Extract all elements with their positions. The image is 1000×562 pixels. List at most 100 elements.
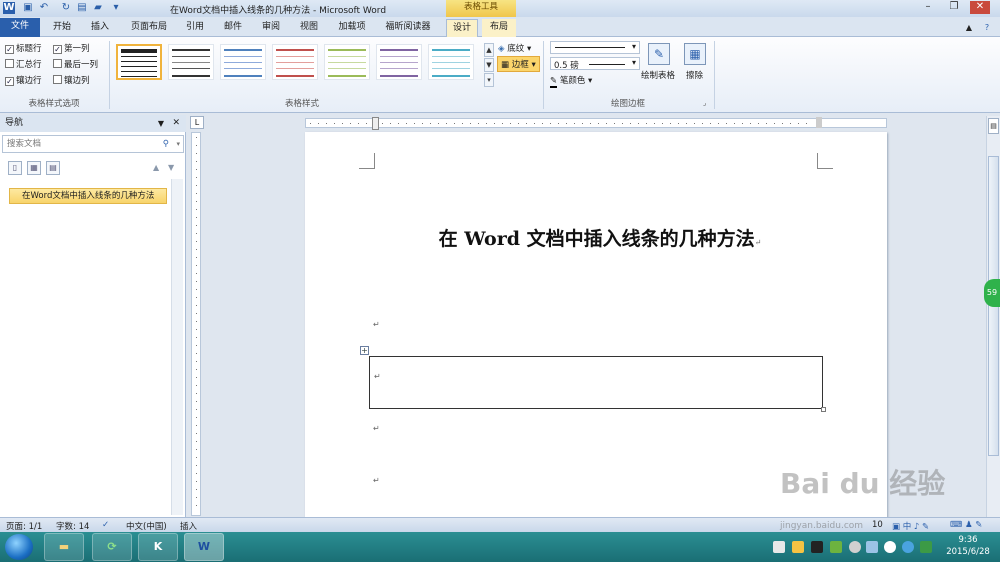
vertical-ruler[interactable] — [191, 132, 201, 516]
document-table[interactable]: ↵ — [369, 356, 826, 412]
checkbox-header-row[interactable]: ✓ 标题行 — [5, 42, 42, 54]
tab-insert[interactable]: 插入 — [84, 19, 116, 37]
tab-selector-icon[interactable]: L — [190, 116, 204, 129]
tab-view[interactable]: 视图 — [294, 19, 324, 37]
browse-results-icon[interactable]: ▤ — [46, 161, 60, 175]
gallery-scroll-up-icon[interactable]: ▲ — [484, 43, 494, 57]
dialog-launcher-icon[interactable]: ⌟ — [703, 99, 706, 107]
ruler-toggle-icon[interactable]: ▤ — [988, 118, 999, 134]
tray-app-icon[interactable] — [902, 541, 914, 553]
nav-options-icon[interactable]: ▼ — [158, 115, 164, 132]
tab-foxit-reader[interactable]: 福昕阅读器 — [380, 19, 436, 37]
table-style-red[interactable] — [272, 44, 318, 80]
table-style-green[interactable] — [324, 44, 370, 80]
search-icon[interactable]: ⚲ — [163, 136, 169, 152]
next-result-icon[interactable]: ▼ — [168, 163, 174, 172]
tab-file[interactable]: 文件 — [0, 18, 40, 37]
network-icon[interactable] — [866, 541, 878, 553]
chevron-down-icon: ▾ — [631, 58, 636, 67]
tab-references[interactable]: 引用 — [180, 19, 210, 37]
system-clock[interactable]: 9:36 2015/6/28 — [940, 534, 996, 558]
indent-marker-icon[interactable] — [372, 117, 379, 130]
undo-icon[interactable]: ↶ — [38, 2, 50, 14]
close-nav-icon[interactable]: ✕ — [172, 115, 180, 132]
browse-headings-icon[interactable]: ▯ — [8, 161, 22, 175]
draw-table-button[interactable]: 绘制表格 — [641, 69, 675, 81]
nav-heading-item[interactable]: 在Word文档中插入线条的几种方法 — [9, 188, 167, 204]
explorer-taskbar-icon[interactable]: ▬ — [44, 533, 84, 561]
document-page[interactable]: 在 Word 文档中插入线条的几种方法↵ ↵ + ↵ ↵ ↵ — [305, 132, 887, 518]
browse-pages-icon[interactable]: ▦ — [27, 161, 41, 175]
tray-app-icon[interactable] — [811, 541, 823, 553]
pen-color-button[interactable]: ✎ 笔颜色 ▾ — [550, 74, 592, 88]
document-title[interactable]: 在 Word 文档中插入线条的几种方法↵ — [405, 224, 795, 251]
page-count[interactable]: 页面: 1/1 — [6, 520, 42, 532]
floating-side-badge[interactable]: 59 — [984, 279, 1000, 307]
redo-icon[interactable]: ↻ — [60, 2, 72, 14]
checkbox-total-row[interactable]: 汇总行 — [5, 58, 42, 70]
table-style-purple[interactable] — [376, 44, 422, 80]
nav-scrollbar[interactable] — [171, 179, 183, 515]
tab-home[interactable]: 开始 — [46, 19, 78, 37]
table-style-plain-dark[interactable] — [168, 44, 214, 80]
pen-style-select[interactable]: ▾ — [550, 41, 640, 54]
gallery-scroll-down-icon[interactable]: ▼ — [484, 58, 494, 72]
tab-review[interactable]: 审阅 — [256, 19, 286, 37]
open-folder-icon[interactable]: ▰ — [92, 2, 104, 14]
customize-toolbar-icon[interactable]: ▾ — [110, 2, 122, 14]
proofing-icon[interactable]: ✓ — [102, 520, 109, 530]
table-style-blue[interactable] — [220, 44, 266, 80]
tab-page-layout[interactable]: 页面布局 — [124, 19, 174, 37]
tray-close-icon[interactable] — [884, 541, 896, 553]
insert-mode[interactable]: 插入 — [180, 520, 197, 532]
tab-addins[interactable]: 加载项 — [332, 19, 372, 37]
borders-button[interactable]: ▦ 边框 ▾ — [497, 56, 540, 72]
start-button[interactable] — [5, 534, 33, 560]
checkbox-last-column[interactable]: 最后一列 — [53, 58, 98, 70]
zoom-level[interactable]: 10 — [872, 520, 883, 530]
save-icon[interactable]: ▣ — [22, 2, 34, 14]
eraser-icon[interactable]: ▦ — [684, 43, 706, 65]
tray-app-icon[interactable] — [773, 541, 785, 553]
tray-app-icon[interactable] — [849, 541, 861, 553]
tab-layout[interactable]: 布局 — [482, 19, 516, 37]
eraser-button[interactable]: 擦除 — [686, 69, 703, 81]
gallery-more-icon[interactable]: ▾ — [484, 73, 494, 87]
pen-weight-select[interactable]: 0.5 磅 ▾ — [550, 57, 640, 71]
draw-table-icon[interactable]: ✎ — [648, 43, 670, 65]
shading-button[interactable]: ◈ 底纹 ▾ — [498, 42, 531, 54]
tab-design[interactable]: 设计 — [446, 19, 478, 37]
checkbox-banded-rows[interactable]: ✓ 镶边行 — [5, 74, 42, 86]
table-style-grid[interactable] — [116, 44, 162, 80]
help-icon[interactable]: ? — [980, 19, 994, 37]
checkbox-banded-columns[interactable]: 镶边列 — [53, 74, 90, 86]
previous-result-icon[interactable]: ▲ — [153, 163, 159, 172]
tray-shield-icon[interactable] — [830, 541, 842, 553]
close-button[interactable]: ✕ — [970, 1, 990, 14]
tray-app-icon[interactable] — [920, 541, 932, 553]
ime-toolbar-icon[interactable]: ⌨ ♟ ✎ — [950, 520, 982, 530]
table-move-handle-icon[interactable]: + — [360, 346, 369, 355]
search-input[interactable]: 搜索文档 ⚲ ▾ — [2, 135, 184, 153]
update-taskbar-icon[interactable]: ⟳ — [92, 533, 132, 561]
right-indent-marker-icon[interactable] — [816, 117, 822, 128]
horizontal-ruler[interactable] — [305, 117, 887, 130]
language-indicator[interactable]: 中文(中国) — [126, 520, 167, 532]
minimize-button[interactable]: – — [918, 1, 938, 14]
tray-app-icon[interactable] — [792, 541, 804, 553]
group-label-draw-borders: 绘图边框 — [610, 99, 645, 109]
restore-button[interactable]: ❐ — [944, 1, 964, 14]
word-app-icon[interactable]: W — [3, 2, 15, 14]
word-taskbar-icon[interactable]: W — [184, 533, 224, 561]
minimize-ribbon-icon[interactable]: ▲ — [962, 19, 976, 37]
print-preview-icon[interactable]: ▤ — [76, 2, 88, 14]
chevron-down-icon[interactable]: ▾ — [176, 136, 180, 152]
table-style-aqua[interactable] — [428, 44, 474, 80]
vertical-scrollbar[interactable]: ▤ — [986, 116, 1000, 517]
table-resize-handle-icon[interactable] — [821, 407, 826, 412]
word-count[interactable]: 字数: 14 — [56, 520, 89, 532]
kugou-taskbar-icon[interactable]: K — [138, 533, 178, 561]
tab-mailings[interactable]: 邮件 — [218, 19, 248, 37]
checkbox-first-column[interactable]: ✓ 第一列 — [53, 42, 90, 54]
view-buttons-icon[interactable]: ▣ 中 ♪ ✎ — [892, 520, 929, 532]
